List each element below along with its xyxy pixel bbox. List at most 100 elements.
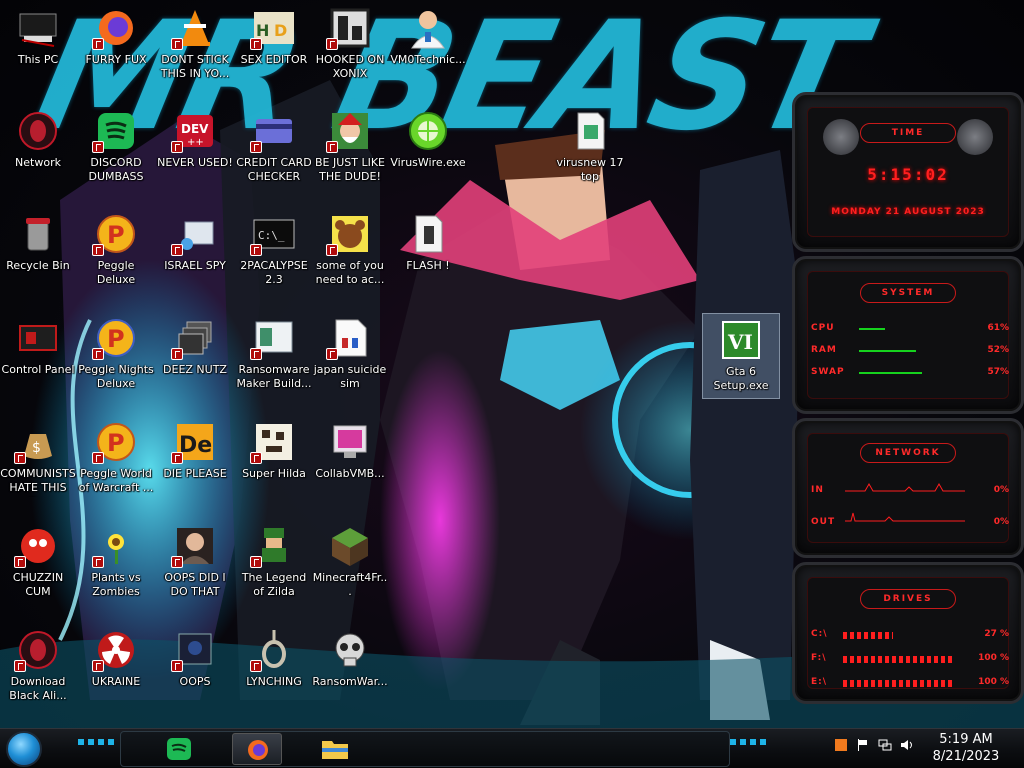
- taskbar-file-explorer-button[interactable]: [310, 733, 360, 765]
- stacked-windows-icon: [171, 316, 217, 360]
- network-tray-icon[interactable]: [878, 738, 892, 752]
- desktop-icon-this-pc[interactable]: This PC: [0, 2, 76, 98]
- system-tray: [834, 738, 914, 752]
- svg-text:VI: VI: [727, 330, 753, 354]
- desktop-icon-be-just-like-the-dude[interactable]: BE JUST LIKE THE DUDE!: [312, 105, 388, 201]
- gadget-date: MONDAY 21 AUGUST 2023: [831, 207, 985, 217]
- svg-text:DEV: DEV: [181, 122, 209, 136]
- icon-label: DISCORD DUMBASS: [88, 156, 144, 183]
- taskbar-firefox-button[interactable]: [232, 733, 282, 765]
- swap-bar-fill: [859, 372, 922, 374]
- icon-label: VirusWire.exe: [390, 156, 466, 169]
- icon-label: RansomWar...: [312, 675, 388, 688]
- icon-label: FURRY FUX: [85, 53, 147, 66]
- start-button[interactable]: [6, 731, 42, 767]
- desktop-icon-ransomware-maker[interactable]: Ransomware Maker Build...: [236, 312, 312, 408]
- desktop-icon-lynching[interactable]: LYNCHING: [236, 624, 312, 720]
- icon-label: COMMUNISTS HATE THIS G...: [0, 467, 76, 497]
- recycle-bin-icon: [16, 212, 60, 256]
- cpu-row: CPU 61%: [811, 323, 1009, 337]
- desktop-icon-die-please[interactable]: De DIE PLEASE: [157, 416, 233, 512]
- svg-text:P: P: [107, 325, 125, 353]
- icon-label: 2PACALYPSE 2.3: [240, 259, 308, 286]
- cmd-console-icon: C:\_: [250, 212, 296, 256]
- drive-f-bar: [843, 656, 953, 663]
- desktop-icon-network[interactable]: Network: [0, 105, 76, 201]
- icon-label: Recycle Bin: [6, 259, 70, 272]
- svg-text:$: $: [32, 440, 41, 456]
- icon-label: SEX EDITOR: [240, 53, 308, 66]
- desktop-icon-super-hilda[interactable]: Super Hilda: [236, 416, 312, 512]
- icon-label: OOPS DID I DO THAT: [164, 571, 226, 598]
- desktop-icon-communists[interactable]: $ COMMUNISTS HATE THIS G...: [0, 416, 76, 512]
- desktop-icon-recycle-bin[interactable]: Recycle Bin: [0, 208, 76, 304]
- system-gadget: SYSTEM CPU 61% RAM 52% SWAP 57%: [792, 256, 1024, 414]
- drive-c-label: C:\: [811, 629, 828, 639]
- icon-label: CREDIT CARD CHECKER: [236, 156, 312, 183]
- network-in-graph: [845, 482, 965, 492]
- icon-label: some of you need to ac...: [315, 259, 385, 286]
- desktop-icon-2pacalypse[interactable]: C:\_ 2PACALYPSE 2.3: [236, 208, 312, 304]
- desktop-icon-black-alien[interactable]: Download Black Ali...: [0, 624, 76, 720]
- volume-icon[interactable]: [900, 738, 914, 752]
- desktop-icon-collabvmb[interactable]: CollabVMB...: [312, 416, 388, 512]
- desktop-icon-israel-spy[interactable]: ISRAEL SPY: [157, 208, 233, 304]
- gadget-title: SYSTEM: [860, 283, 956, 303]
- desktop-icon-peggle-deluxe[interactable]: P Peggle Deluxe: [78, 208, 154, 304]
- spotify-icon: [92, 109, 138, 153]
- desktop-icon-gta6-setup[interactable]: VI Gta 6 Setup.exe: [702, 313, 780, 399]
- desktop-icon-peggle-wow[interactable]: P Peggle World of Warcraft ...: [78, 416, 154, 512]
- desktop-icon-chuzzin[interactable]: CHUZZIN CUM: [0, 520, 76, 616]
- desktop-icon-control-panel[interactable]: Control Panel: [0, 312, 76, 408]
- doctor-avatar-icon: [406, 6, 450, 50]
- desktop-icon-flash[interactable]: FLASH !: [390, 208, 466, 304]
- desktop-icon-viruswire[interactable]: VirusWire.exe: [390, 105, 466, 201]
- desktop-icon-deez-nutz[interactable]: DEEZ NUTZ: [157, 312, 233, 408]
- tray-app-icon[interactable]: [834, 738, 848, 752]
- taskbar-tray-frame: [120, 731, 730, 767]
- desktop-icon-virusnew[interactable]: virusnew 17 top: [552, 105, 628, 201]
- desktop-icon-furry-fux[interactable]: FURRY FUX: [78, 2, 154, 98]
- network-folder-icon: [171, 212, 217, 256]
- desktop-icon-sex-editor[interactable]: HD SEX EDITOR: [236, 2, 312, 98]
- desktop-icon-oops[interactable]: OOPS: [157, 624, 233, 720]
- desktop-icon-ukraine[interactable]: UKRAINE: [78, 624, 154, 720]
- desktop-icon-hooked-on-xonix[interactable]: HOOKED ON XONIX: [312, 2, 388, 98]
- clock-time: 5:19 AM: [939, 732, 993, 747]
- ram-row: RAM 52%: [811, 345, 1009, 359]
- swap-label: SWAP: [811, 367, 845, 377]
- desktop-icon-ransomwar[interactable]: RansomWar...: [312, 624, 388, 720]
- desktop-icon-peggle-nights[interactable]: P Peggle Nights Deluxe: [78, 312, 154, 408]
- desktop-icon-minecraft[interactable]: Minecraft4Fr...: [312, 520, 388, 616]
- desktop-icon-japan-suicide-sim[interactable]: japan suicide sim: [312, 312, 388, 408]
- desktop-icon-never-used[interactable]: DEV ++ NEVER USED!: [157, 105, 233, 201]
- desktop-icon-oops-did-i[interactable]: OOPS DID I DO THAT: [157, 520, 233, 616]
- icon-label: Network: [15, 156, 61, 169]
- desktop-icon-some-of-you[interactable]: some of you need to ac...: [312, 208, 388, 304]
- icon-label: CHUZZIN CUM: [12, 571, 64, 598]
- chuzzle-icon: [14, 524, 60, 568]
- dark-window-icon: [171, 628, 217, 672]
- desktop-icon-plants-vs-zombies[interactable]: Plants vs Zombies: [78, 520, 154, 616]
- network-alien-icon: [16, 109, 60, 153]
- taskbar-spotify-button[interactable]: [154, 733, 204, 765]
- ram-bar: [859, 348, 969, 354]
- taskbar-clock[interactable]: 5:19 AM 8/21/2023: [916, 731, 1016, 765]
- desktop-icon-credit-card-checker[interactable]: CREDIT CARD CHECKER: [236, 105, 312, 201]
- network-in-row: IN 0%: [811, 482, 1009, 499]
- icon-label: Control Panel: [1, 363, 75, 376]
- desktop-icon-vm0technic[interactable]: VM0Technic...: [390, 2, 466, 98]
- cpu-bar: [859, 326, 969, 332]
- desktop-icon-dont-stick[interactable]: DONT STICK THIS IN YO...: [157, 2, 233, 98]
- desktop-icon-legend-of-zilda[interactable]: The Legend of Zilda: [236, 520, 312, 616]
- desktop-icon-discord-dumbass[interactable]: DISCORD DUMBASS: [78, 105, 154, 201]
- flag-icon[interactable]: [856, 738, 870, 752]
- drive-e-label: E:\: [811, 677, 828, 687]
- firefox-icon: [248, 740, 268, 760]
- ram-bar-fill: [859, 350, 917, 352]
- icon-label: Download Black Ali...: [9, 675, 67, 702]
- peggle-icon: P: [92, 420, 138, 464]
- network-in-value: 0%: [993, 485, 1009, 495]
- svg-text:C:\_: C:\_: [258, 229, 285, 242]
- svg-text:De: De: [179, 433, 212, 458]
